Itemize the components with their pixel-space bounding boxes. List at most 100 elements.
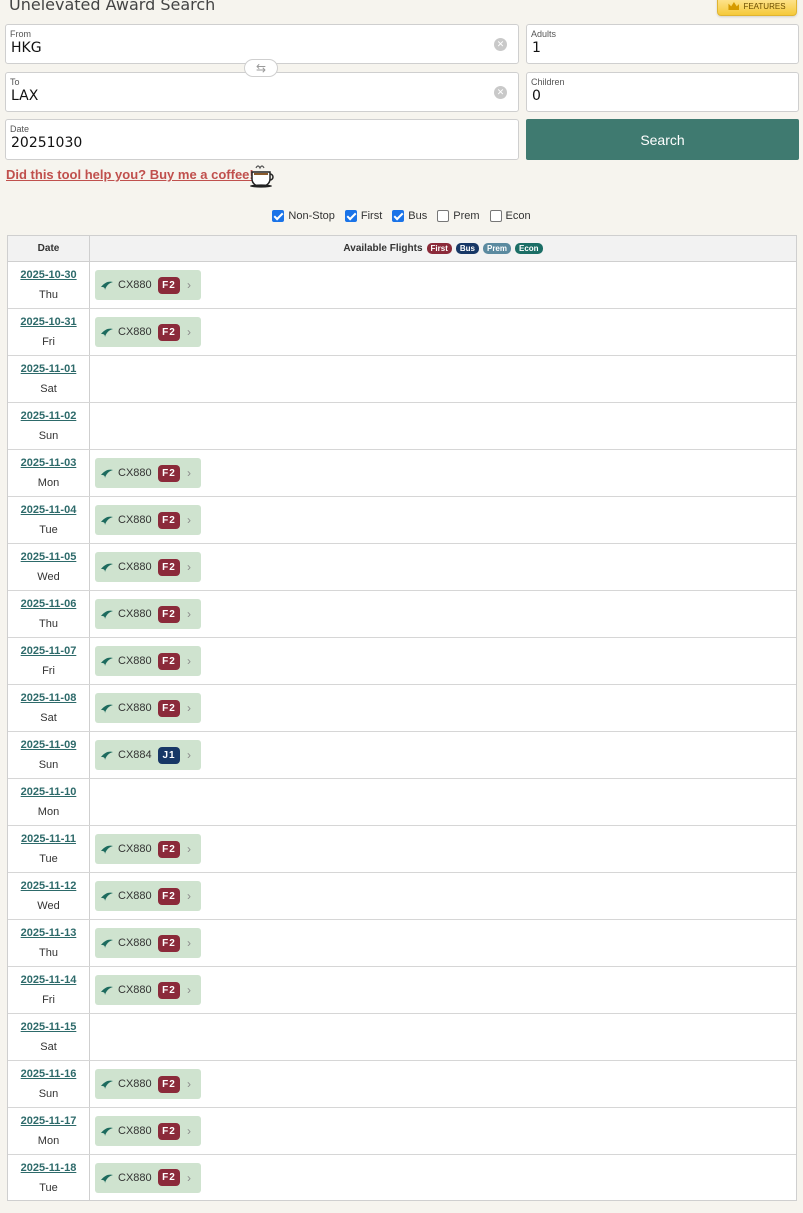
date-link[interactable]: 2025-11-06 [21,598,77,610]
flight-number: CX880 [118,1171,152,1184]
flight-pill[interactable]: CX880 F2 › [95,599,201,629]
coffee-cup-icon[interactable] [248,162,276,188]
date-link[interactable]: 2025-11-05 [21,551,77,563]
adults-field[interactable]: Adults [526,24,799,64]
date-cell: 2025-10-31 Fri [8,309,90,355]
date-link[interactable]: 2025-11-11 [21,833,76,845]
table-row: 2025-11-12 Wed CX880 F2 › [8,873,796,920]
date-link[interactable]: 2025-11-03 [21,457,77,469]
bus-checkbox[interactable] [392,210,405,222]
date-cell: 2025-11-04 Tue [8,497,90,543]
date-link[interactable]: 2025-10-30 [20,269,76,281]
date-cell: 2025-11-13 Thu [8,920,90,966]
features-button[interactable]: FEATURES [717,0,797,16]
day-of-week: Fri [42,336,55,348]
flight-pill[interactable]: CX880 F2 › [95,1069,201,1099]
flights-cell: CX880 F2 › [90,1108,796,1154]
flights-cell: CX880 F2 › [90,685,796,731]
cathay-logo-icon [101,845,113,854]
flight-pill[interactable]: CX880 F2 › [95,975,201,1005]
flight-pill[interactable]: CX880 F2 › [95,458,201,488]
day-of-week: Wed [37,900,60,912]
table-row: 2025-11-16 Sun CX880 F2 › [8,1061,796,1108]
cathay-logo-icon [101,281,113,290]
to-input[interactable] [11,88,447,104]
date-link[interactable]: 2025-11-01 [21,363,77,375]
flight-pill[interactable]: CX880 F2 › [95,505,201,535]
date-link[interactable]: 2025-10-31 [20,316,76,328]
date-link[interactable]: 2025-11-07 [21,645,77,657]
day-of-week: Wed [37,571,60,583]
date-link[interactable]: 2025-11-12 [21,880,77,892]
flight-pill[interactable]: CX880 F2 › [95,881,201,911]
day-of-week: Sat [40,712,57,724]
fare-badge: F2 [158,840,180,858]
econ-checkbox[interactable] [489,210,502,222]
date-link[interactable]: 2025-11-09 [21,739,77,751]
buy-coffee-link[interactable]: Did this tool help you? Buy me a coffee! [6,167,254,182]
flights-cell: CX880 F2 › [90,920,796,966]
flight-pill[interactable]: CX880 F2 › [95,317,201,347]
filter-econ[interactable]: Econ [489,210,531,222]
clear-to-icon[interactable]: ✕ [494,86,507,99]
flight-pill[interactable]: CX880 F2 › [95,1162,201,1193]
flight-number: CX880 [118,843,152,855]
search-button[interactable]: Search [526,119,799,160]
flight-pill[interactable]: CX880 F2 › [95,646,201,676]
filter-bus[interactable]: Bus [392,210,427,222]
flights-cell: CX880 F2 › [90,544,796,590]
nonstop-checkbox[interactable] [272,210,285,222]
date-field[interactable]: Date [5,119,519,160]
from-input[interactable] [11,40,447,56]
flight-pill[interactable]: CX880 F2 › [95,552,201,582]
chevron-right-icon: › [187,513,191,527]
date-link[interactable]: 2025-11-08 [21,692,77,704]
flight-pill[interactable]: CX880 F2 › [95,270,201,300]
children-input[interactable] [532,88,763,104]
date-link[interactable]: 2025-11-04 [21,504,77,516]
date-cell: 2025-11-17 Mon [8,1108,90,1154]
flights-cell [90,1014,796,1060]
day-of-week: Sun [38,759,59,771]
date-link[interactable]: 2025-11-02 [21,410,77,422]
swap-airports-button[interactable]: ⇆ [244,59,278,77]
flight-pill[interactable]: CX880 F2 › [95,928,201,958]
flights-cell: CX880 F2 › [90,967,796,1013]
to-field[interactable]: To ✕ [5,72,519,112]
date-link[interactable]: 2025-11-16 [21,1068,77,1080]
from-field[interactable]: From ✕ [5,24,519,64]
date-cell: 2025-11-16 Sun [8,1061,90,1107]
flights-cell [90,403,796,449]
flight-pill[interactable]: CX884 J1 › [95,740,201,770]
flight-pill[interactable]: CX880 F2 › [95,834,201,864]
date-link[interactable]: 2025-11-14 [21,974,77,986]
search-header: Unelevated Award Search FEATURES From ✕ … [0,0,803,199]
fare-badge: F2 [158,464,180,482]
clear-from-icon[interactable]: ✕ [494,38,507,51]
date-link[interactable]: 2025-11-15 [21,1021,77,1033]
chevron-right-icon: › [187,983,191,997]
fare-badge: F2 [158,981,180,999]
prem-checkbox[interactable] [437,210,450,222]
table-row: 2025-11-11 Tue CX880 F2 › [8,826,796,873]
filter-nonstop[interactable]: Non-Stop [272,210,335,222]
table-row: 2025-11-09 Sun CX884 J1 › [8,732,796,779]
adults-input[interactable] [532,40,763,56]
swap-icon: ⇆ [255,61,267,75]
date-link[interactable]: 2025-11-13 [21,927,77,939]
date-cell: 2025-11-10 Mon [8,779,90,825]
date-input[interactable] [11,135,447,151]
filter-prem[interactable]: Prem [437,210,480,222]
flights-cell: CX880 F2 › [90,826,796,872]
date-link[interactable]: 2025-11-18 [21,1162,77,1174]
first-checkbox[interactable] [344,210,357,222]
date-link[interactable]: 2025-11-10 [21,786,77,798]
children-field[interactable]: Children [526,72,799,112]
flight-number: CX880 [118,326,152,338]
flight-pill[interactable]: CX880 F2 › [95,693,201,723]
flights-cell: CX880 F2 › [90,1155,796,1200]
date-link[interactable]: 2025-11-17 [21,1115,77,1127]
filter-first[interactable]: First [344,210,382,222]
flight-pill[interactable]: CX880 F2 › [95,1116,201,1146]
cathay-logo-icon [101,563,113,572]
